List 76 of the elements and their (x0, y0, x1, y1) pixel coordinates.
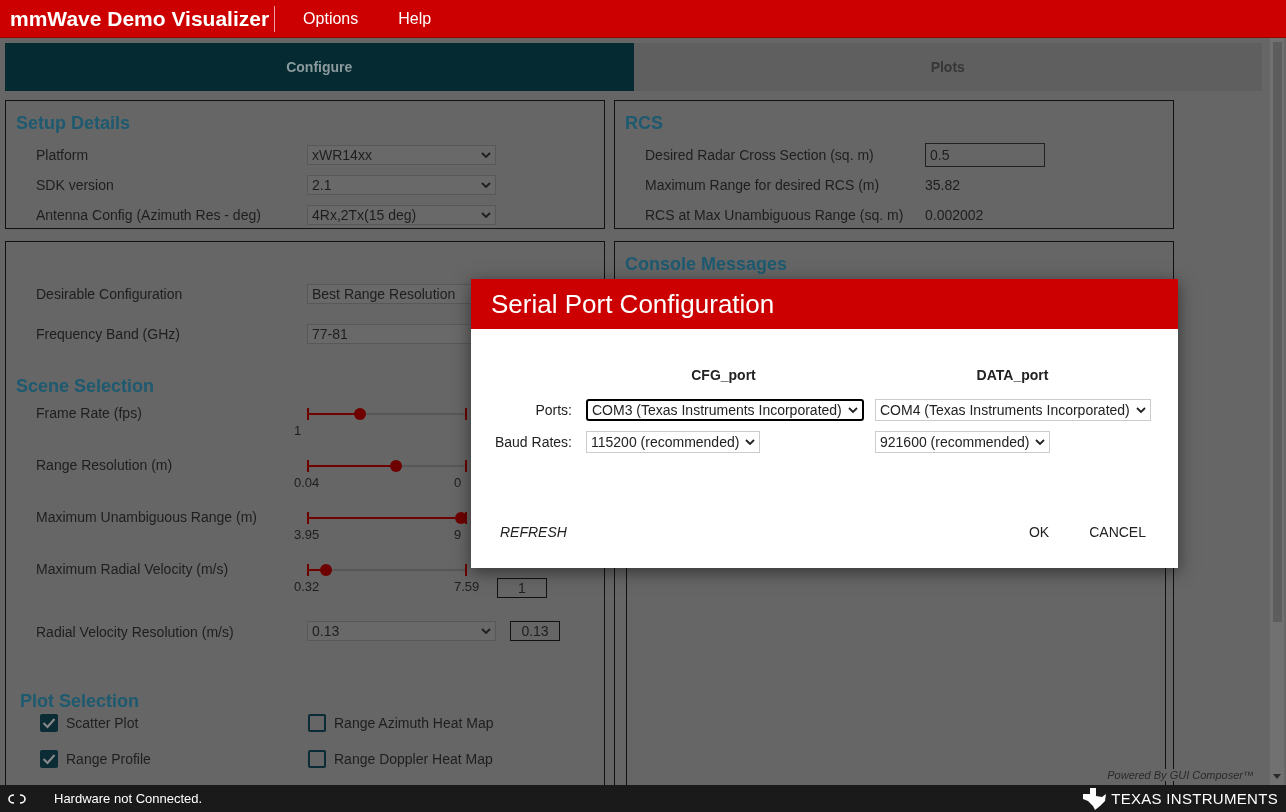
panel-title: Setup Details (16, 113, 132, 134)
min-value: 0.32 (294, 579, 320, 594)
checkbox-label: Range Azimuth Heat Map (334, 715, 494, 731)
tab[interactable]: Configure (5, 43, 634, 91)
checkbox-label: Range Profile (66, 751, 151, 767)
slider-thumb[interactable] (354, 408, 367, 420)
caret-icon (847, 407, 858, 413)
dropdown[interactable]: 115200 (recommended) (586, 431, 761, 453)
panel-title: RCS (625, 113, 664, 134)
field-label: RCS at Max Unambiguous Range (sq. m) (645, 207, 905, 223)
field-label: SDK version (36, 177, 115, 193)
texas-logo-icon (1081, 786, 1108, 811)
field-label: Desirable Configuration (36, 286, 184, 302)
slider-thumb[interactable] (455, 512, 467, 524)
dropdown[interactable]: xWR14xx (307, 145, 496, 165)
section-title: Plot Selection (20, 691, 141, 712)
dropdown[interactable]: COM4 (Texas Instruments Incorporated) (875, 399, 1151, 421)
dialog-button[interactable]: CANCEL (1089, 524, 1146, 540)
caret-icon (481, 152, 491, 158)
field-label: Desired Radar Cross Section (sq. m) (645, 147, 875, 163)
field-label: Platform (36, 147, 90, 163)
field-label: Baud Rates: (493, 434, 573, 450)
field-label: Radial Velocity Resolution (m/s) (36, 623, 235, 640)
value-readout: 1 (497, 578, 547, 598)
value-text: 0.002002 (925, 207, 984, 223)
powered-by-note: Powered By GUI Composer™ (1105, 769, 1256, 781)
checkbox[interactable] (40, 750, 58, 768)
min-value: 1 (294, 423, 302, 438)
value-readout: 0.13 (510, 621, 560, 641)
dropdown[interactable]: 2.1 (307, 175, 496, 195)
checkbox[interactable] (308, 714, 326, 732)
app-title: mmWave Demo Visualizer (10, 6, 270, 31)
value-text: 35.82 (925, 177, 961, 193)
panel-title: Console Messages (625, 254, 789, 275)
max-value: 0 (454, 475, 462, 490)
dialog-title: Serial Port Configuration (471, 279, 1178, 329)
dropdown[interactable]: 921600 (recommended) (875, 431, 1051, 453)
column-header: DATA_port (975, 367, 1050, 383)
max-value: 9 (454, 527, 462, 542)
dialog-button[interactable]: OK (1028, 524, 1050, 540)
field-label: Maximum Unambiguous Range (m) (36, 508, 258, 525)
caret-icon (1035, 439, 1046, 445)
min-value: 0.04 (294, 475, 320, 490)
scrollbar[interactable] (1270, 38, 1284, 785)
scroll-down-icon (1273, 774, 1281, 779)
menu-item[interactable]: Help (398, 9, 432, 28)
caret-icon (481, 628, 491, 634)
dropdown[interactable]: 0.13 (307, 621, 496, 641)
status-message: Hardware not Connected. (54, 791, 203, 806)
max-value: 7.59 (454, 579, 480, 594)
caret-icon (481, 182, 491, 188)
field-label: Antenna Config (Azimuth Res - deg) (36, 207, 262, 223)
connection-icon (6, 792, 28, 805)
field-label: Maximum Radial Velocity (m/s) (36, 560, 230, 577)
field-label: Ports: (534, 402, 573, 418)
menu-item[interactable]: Options (303, 9, 359, 28)
min-value: 3.95 (294, 527, 320, 542)
dropdown[interactable]: COM3 (Texas Instruments Incorporated) (586, 399, 864, 421)
checkbox-label: Scatter Plot (66, 715, 139, 731)
caret-icon (745, 439, 756, 445)
field-label: Maximum Range for desired RCS (m) (645, 177, 881, 193)
section-title: Scene Selection (16, 376, 156, 397)
refresh-button[interactable]: REFRESH (500, 524, 567, 540)
checkbox-label: Range Doppler Heat Map (334, 751, 493, 767)
checkbox[interactable] (308, 750, 326, 768)
field-label: Frequency Band (GHz) (36, 326, 181, 342)
slider-thumb[interactable] (320, 564, 333, 576)
checkbox[interactable] (40, 714, 58, 732)
field-label: Range Resolution (m) (36, 456, 174, 473)
slider-thumb[interactable] (389, 460, 402, 472)
brand-name: TEXAS INSTRUMENTS (1111, 790, 1278, 807)
caret-icon (481, 212, 491, 218)
caret-icon (1135, 407, 1146, 413)
column-header: CFG_port (690, 367, 757, 383)
field-label: Frame Rate (fps) (36, 404, 143, 421)
dropdown[interactable]: 4Rx,2Tx(15 deg) (307, 205, 496, 225)
